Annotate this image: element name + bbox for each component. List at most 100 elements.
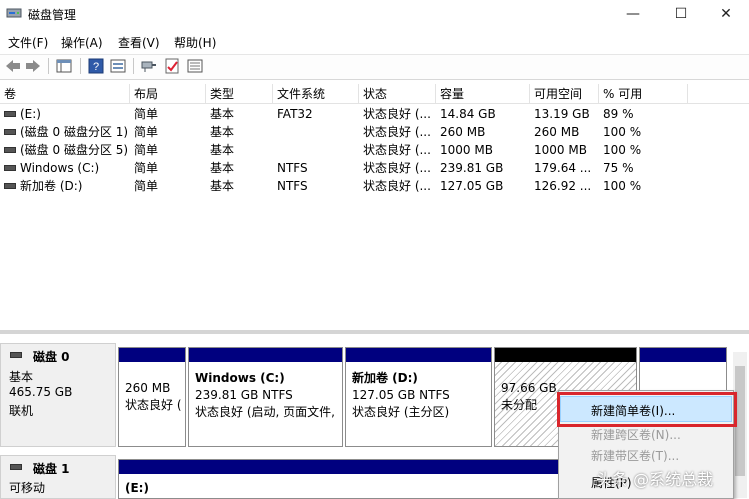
volume-icon	[4, 147, 16, 153]
table-cell[interactable]: 127.05 GB	[440, 177, 503, 195]
table-cell[interactable]: 14.84 GB	[440, 105, 496, 123]
back-arrow-icon[interactable]	[4, 57, 22, 75]
minimize-button[interactable]: —	[610, 0, 656, 28]
callout-highlight-box	[557, 392, 737, 427]
checklist-icon[interactable]	[163, 57, 181, 75]
help-icon[interactable]: ?	[87, 57, 105, 75]
menu-item-new-spanned-volume[interactable]: 新建跨区卷(N)...	[591, 426, 681, 443]
partition-bar	[640, 348, 726, 362]
partition-status: 状态良好 (	[125, 398, 182, 412]
column-header-percent-free[interactable]: % 可用	[599, 84, 688, 104]
table-cell[interactable]: Windows (C:)	[20, 159, 99, 177]
toolbar-separator	[80, 58, 81, 74]
table-cell[interactable]: 126.92 ...	[534, 177, 591, 195]
table-cell[interactable]: 基本	[210, 177, 234, 195]
forward-arrow-icon[interactable]	[24, 57, 42, 75]
table-cell[interactable]: 75 %	[603, 159, 634, 177]
table-cell[interactable]: 260 MB	[534, 123, 579, 141]
table-cell[interactable]: 状态良好 (...	[363, 177, 431, 195]
table-cell[interactable]: 状态良好 (...	[363, 159, 431, 177]
column-header-free-space[interactable]: 可用空间	[530, 84, 599, 104]
table-cell[interactable]: 状态良好 (...	[363, 105, 431, 123]
table-cell[interactable]: (磁盘 0 磁盘分区 5)	[20, 141, 128, 159]
connect-icon[interactable]	[140, 57, 158, 75]
close-button[interactable]: ✕	[703, 0, 749, 28]
table-cell[interactable]: 100 %	[603, 123, 641, 141]
partition-bar	[495, 348, 636, 362]
table-cell[interactable]: 100 %	[603, 141, 641, 159]
table-cell[interactable]: 89 %	[603, 105, 634, 123]
toolbar-separator	[48, 58, 49, 74]
table-cell[interactable]: 基本	[210, 159, 234, 177]
partition-size: 239.81 GB NTFS	[195, 388, 293, 402]
table-cell[interactable]: FAT32	[277, 105, 313, 123]
table-cell[interactable]: 简单	[134, 177, 158, 195]
table-cell[interactable]: 新加卷 (D:)	[20, 177, 82, 195]
partition-size: 260 MB	[125, 381, 171, 395]
volume-icon	[4, 183, 16, 189]
table-cell[interactable]: 状态良好 (...	[363, 123, 431, 141]
svg-text:?: ?	[93, 61, 99, 73]
table-cell[interactable]: 简单	[134, 141, 158, 159]
column-header-status[interactable]: 状态	[359, 84, 436, 104]
partition-new-volume-d[interactable]: 新加卷 (D:) 127.05 GB NTFS 状态良好 (主分区)	[345, 347, 492, 447]
table-cell[interactable]: 基本	[210, 141, 234, 159]
column-header-capacity[interactable]: 容量	[436, 84, 530, 104]
menu-bar	[0, 30, 749, 52]
disk-1-name: 磁盘 1	[33, 462, 70, 476]
table-cell[interactable]: 260 MB	[440, 123, 485, 141]
table-cell[interactable]: 简单	[134, 159, 158, 177]
menu-help[interactable]: 帮助(H)	[174, 34, 216, 51]
partition-size: 127.05 GB NTFS	[352, 388, 450, 402]
table-cell[interactable]: NTFS	[277, 177, 308, 195]
window-title: 磁盘管理	[28, 8, 77, 22]
volume-icon	[4, 165, 16, 171]
menu-file[interactable]: 文件(F)	[8, 34, 48, 51]
disk-0-name: 磁盘 0	[33, 350, 70, 364]
table-cell[interactable]: (磁盘 0 磁盘分区 1)	[20, 123, 128, 141]
volume-icon	[4, 129, 16, 135]
table-cell[interactable]: 1000 MB	[440, 141, 493, 159]
column-header-layout[interactable]: 布局	[130, 84, 206, 104]
table-cell[interactable]: (E:)	[20, 105, 41, 123]
table-cell[interactable]: 基本	[210, 123, 234, 141]
table-cell[interactable]: 239.81 GB	[440, 159, 503, 177]
toolbar-separator	[133, 58, 134, 74]
volume-icon	[4, 111, 16, 117]
table-cell[interactable]: 简单	[134, 123, 158, 141]
table-cell[interactable]: 1000 MB	[534, 141, 587, 159]
partition-disk0-1[interactable]: 260 MB 状态良好 (	[118, 347, 186, 447]
disk-icon	[10, 352, 22, 358]
list-view-icon[interactable]	[186, 57, 204, 75]
partition-bar	[346, 348, 491, 362]
column-header-volume[interactable]: 卷	[0, 84, 130, 104]
partition-windows-c[interactable]: Windows (C:) 239.81 GB NTFS 状态良好 (启动, 页面…	[188, 347, 343, 447]
partition-bar	[189, 348, 342, 362]
table-cell[interactable]: 13.19 GB	[534, 105, 590, 123]
partition-bar	[119, 348, 185, 362]
disk-0-type: 基本	[9, 370, 34, 384]
console-tree-icon[interactable]	[55, 57, 73, 75]
partition-title: 新加卷 (D:)	[352, 371, 418, 385]
menu-item-new-striped-volume[interactable]: 新建带区卷(T)...	[591, 447, 679, 464]
properties-icon[interactable]	[109, 57, 127, 75]
table-cell[interactable]: 简单	[134, 105, 158, 123]
menu-action[interactable]: 操作(A)	[61, 34, 103, 51]
maximize-button[interactable]: ☐	[658, 0, 704, 28]
disk-0-size: 465.75 GB	[9, 385, 73, 399]
partition-title: Windows (C:)	[195, 371, 285, 385]
table-cell[interactable]: NTFS	[277, 159, 308, 177]
table-cell[interactable]: 179.64 ...	[534, 159, 591, 177]
column-header-filesystem[interactable]: 文件系统	[273, 84, 359, 104]
disk-management-app-icon	[6, 8, 22, 18]
partition-status: 状态良好 (主分区)	[352, 405, 450, 419]
table-cell[interactable]: 状态良好 (...	[363, 141, 431, 159]
menu-view[interactable]: 查看(V)	[118, 34, 160, 51]
table-cell[interactable]: 100 %	[603, 177, 641, 195]
column-header-type[interactable]: 类型	[206, 84, 273, 104]
disk-icon	[10, 464, 22, 470]
watermark: 头条 @系统总裁	[596, 470, 714, 489]
table-cell[interactable]: 基本	[210, 105, 234, 123]
disk-0-status: 联机	[9, 404, 34, 418]
disk-1-type: 可移动	[9, 481, 46, 495]
